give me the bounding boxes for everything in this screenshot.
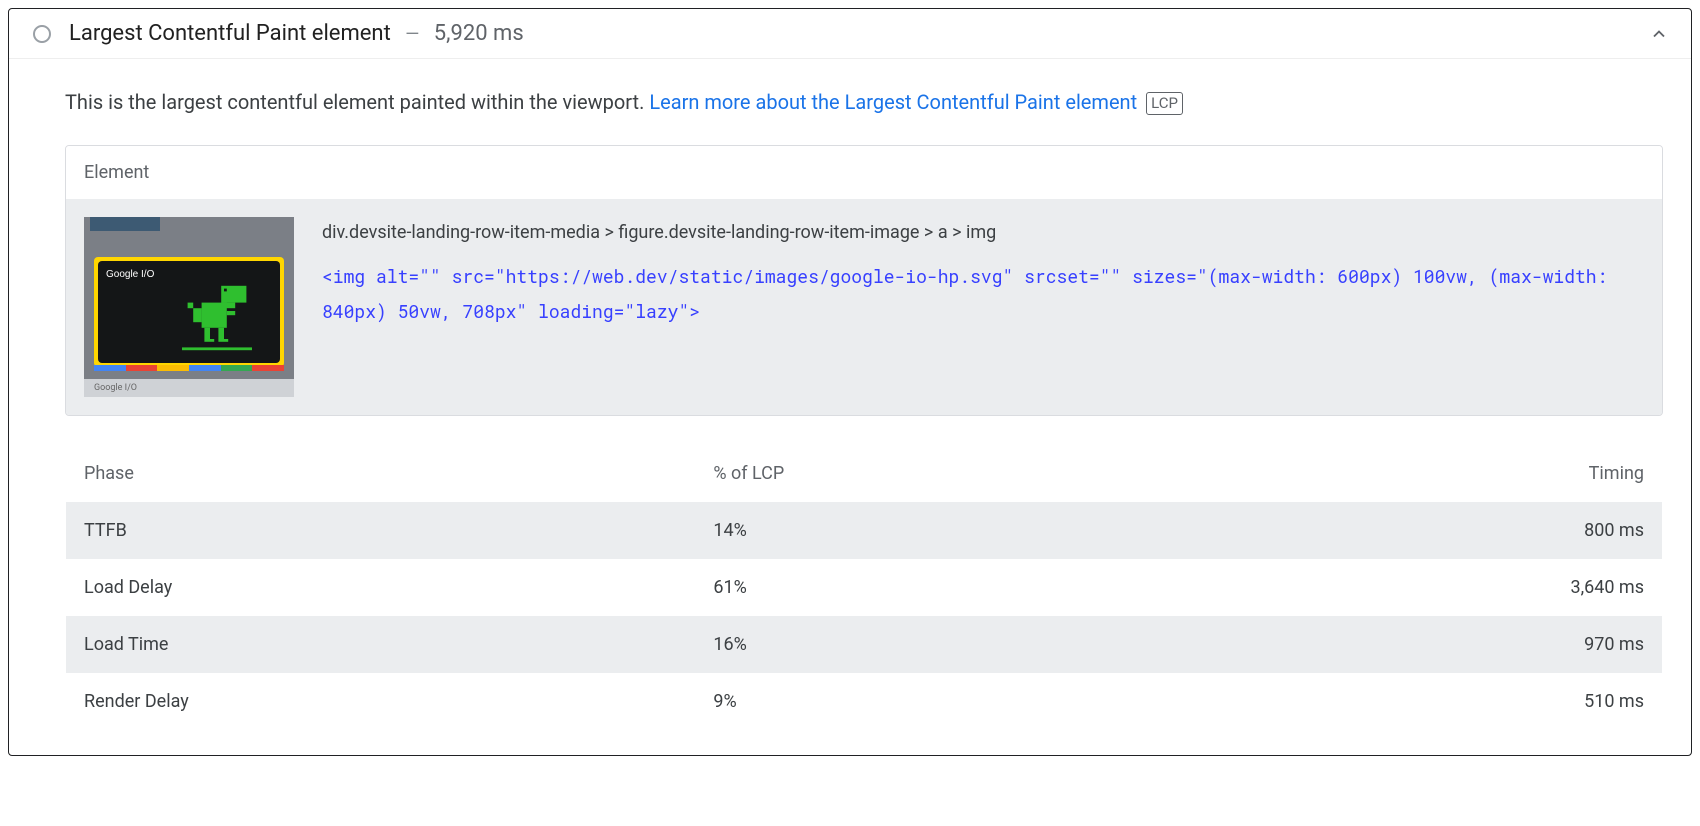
element-selector: div.devsite-landing-row-item-media > fig…: [322, 217, 1644, 249]
element-box-heading: Element: [66, 146, 1662, 199]
audit-time: 5,920 ms: [434, 21, 524, 46]
col-pct: % of LCP: [695, 445, 1171, 503]
phase-name: Render Delay: [66, 673, 696, 731]
learn-more-link[interactable]: Learn more about the Largest Contentful …: [649, 90, 1137, 114]
lcp-badge: LCP: [1146, 92, 1183, 115]
phase-table-header-row: Phase % of LCP Timing: [66, 445, 1663, 503]
table-row: Load Delay 61% 3,640 ms: [66, 559, 1663, 616]
collapse-toggle[interactable]: [1647, 22, 1671, 46]
phase-pct: 9%: [695, 673, 1171, 731]
phase-pct: 14%: [695, 502, 1171, 559]
audit-description: This is the largest contentful element p…: [65, 87, 1663, 117]
table-row: Load Time 16% 970 ms: [66, 616, 1663, 673]
description-intro: This is the largest contentful element p…: [65, 90, 649, 114]
chevron-up-icon: [1649, 24, 1669, 44]
phase-table: Phase % of LCP Timing TTFB 14% 800 ms Lo…: [65, 444, 1663, 731]
phase-timing: 800 ms: [1172, 502, 1663, 559]
element-thumbnail: Google I/O: [84, 217, 294, 397]
element-box: Element Google I/O: [65, 145, 1663, 416]
dino-icon: [182, 283, 252, 353]
phase-pct: 61%: [695, 559, 1171, 616]
phase-name: Load Delay: [66, 559, 696, 616]
phase-timing: 3,640 ms: [1172, 559, 1663, 616]
status-circle-icon: [33, 25, 51, 43]
phase-timing: 970 ms: [1172, 616, 1663, 673]
table-row: TTFB 14% 800 ms: [66, 502, 1663, 559]
audit-header[interactable]: Largest Contentful Paint element — 5,920…: [9, 9, 1691, 59]
phase-pct: 16%: [695, 616, 1171, 673]
phase-name: TTFB: [66, 502, 696, 559]
title-separator: —: [395, 24, 429, 45]
phase-name: Load Time: [66, 616, 696, 673]
audit-title: Largest Contentful Paint element: [69, 21, 391, 46]
table-row: Render Delay 9% 510 ms: [66, 673, 1663, 731]
audit-panel: Largest Contentful Paint element — 5,920…: [8, 8, 1692, 756]
audit-body: This is the largest contentful element p…: [9, 59, 1691, 755]
col-timing: Timing: [1172, 445, 1663, 503]
audit-title-group: Largest Contentful Paint element — 5,920…: [69, 21, 524, 46]
phase-timing: 510 ms: [1172, 673, 1663, 731]
element-row: Google I/O: [66, 199, 1662, 415]
col-phase: Phase: [66, 445, 696, 503]
thumb-footer: Google I/O: [84, 379, 294, 397]
element-text: div.devsite-landing-row-item-media > fig…: [322, 217, 1644, 328]
element-snippet: <img alt="" src="https://web.dev/static/…: [322, 259, 1644, 327]
thumb-label: Google I/O: [106, 269, 154, 280]
